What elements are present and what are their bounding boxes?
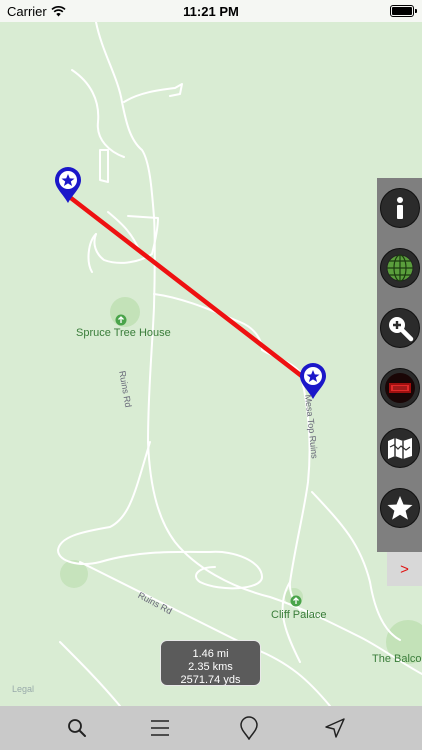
collapse-panel-button[interactable]: >	[387, 552, 422, 586]
globe-icon	[386, 254, 414, 282]
search-icon	[68, 719, 86, 737]
zoom-in-icon	[389, 317, 414, 342]
legal-link[interactable]: Legal	[12, 684, 34, 694]
pin-icon	[240, 716, 258, 740]
list-icon	[151, 720, 169, 736]
zoom-button[interactable]	[380, 308, 420, 348]
start-marker-icon[interactable]	[53, 166, 83, 204]
distance-yards: 2571.74 yds	[180, 674, 241, 686]
map-layers-button[interactable]	[380, 368, 420, 408]
distance-kilometers: 2.35 kms	[188, 661, 233, 673]
map-layers-icon	[385, 373, 415, 403]
side-tool-panel	[377, 178, 422, 552]
bottom-toolbar	[0, 706, 422, 750]
list-button[interactable]	[148, 716, 172, 740]
place-label-spruce-tree-house[interactable]: Spruce Tree House	[76, 327, 171, 339]
navigation-arrow-icon	[325, 718, 345, 738]
star-icon	[387, 496, 413, 520]
search-button[interactable]	[65, 716, 89, 740]
map-view[interactable]: Spruce Tree House Cliff Palace The Balco…	[0, 22, 422, 706]
status-bar: Carrier 11:21 PM	[0, 0, 422, 22]
status-time: 11:21 PM	[183, 4, 239, 19]
map-canvas[interactable]	[0, 22, 422, 706]
place-label-cliff-palace[interactable]: Cliff Palace	[271, 609, 326, 621]
info-button[interactable]	[380, 188, 420, 228]
distance-miles: 1.46 mi	[192, 648, 229, 660]
battery-icon	[390, 5, 417, 17]
info-icon	[397, 197, 403, 219]
folded-map-icon	[388, 438, 412, 459]
navigation-button[interactable]	[323, 716, 347, 740]
folded-map-button[interactable]	[380, 428, 420, 468]
distance-readout: 1.46 mi 2.35 kms 2571.74 yds	[160, 640, 261, 686]
globe-button[interactable]	[380, 248, 420, 288]
pin-button[interactable]	[237, 716, 261, 740]
place-label-the-balcon[interactable]: The Balcon	[372, 653, 422, 665]
favorites-button[interactable]	[380, 488, 420, 528]
